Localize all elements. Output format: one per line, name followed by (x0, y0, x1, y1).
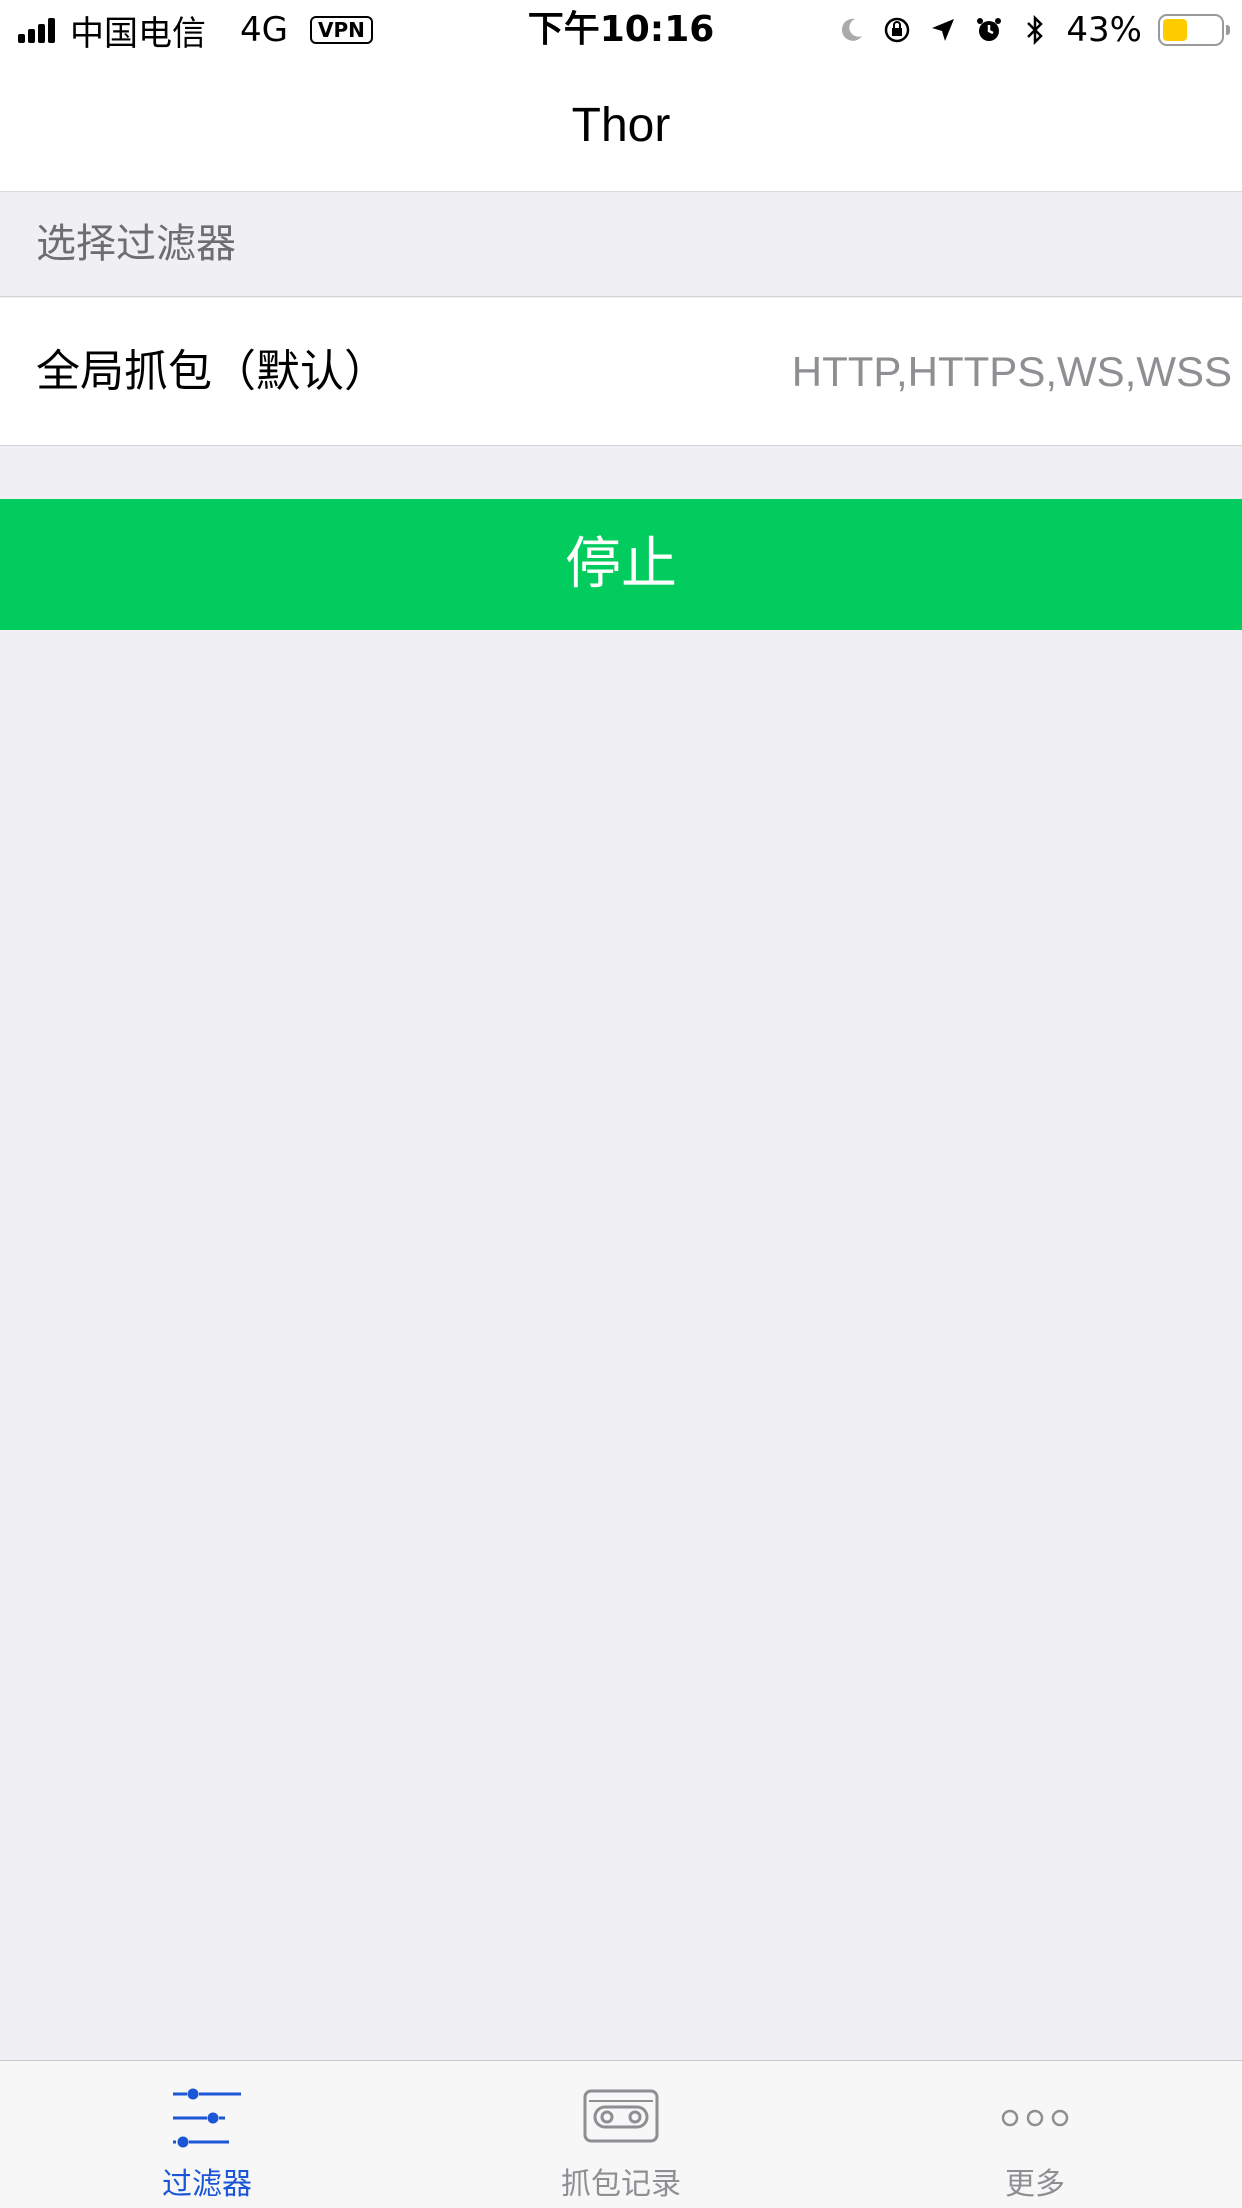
location-icon (928, 15, 958, 45)
battery-level (1163, 19, 1188, 41)
tab-capture-history-label: 抓包记录 (561, 2167, 681, 2202)
tab-more[interactable]: 更多 (828, 2061, 1242, 2208)
section-header: 选择过滤器 (0, 192, 1242, 297)
filter-label: 全局抓包（默认） (36, 346, 388, 397)
filter-row-global[interactable]: 全局抓包（默认） HTTP,HTTPS,WS,WSS (0, 298, 1242, 446)
filter-protocols: HTTP,HTTPS,WS,WSS (791, 348, 1232, 395)
alarm-icon (974, 15, 1004, 45)
sliders-icon (173, 2088, 241, 2148)
tab-more-label: 更多 (1005, 2167, 1065, 2202)
tab-capture-history[interactable]: 抓包记录 (414, 2061, 828, 2208)
section-header-label: 选择过滤器 (36, 221, 236, 267)
battery-icon (1158, 14, 1230, 46)
stop-button[interactable]: 停止 (0, 499, 1242, 630)
more-dots-icon (1001, 2109, 1069, 2127)
tab-bar: 过滤器 抓包记录 更多 (0, 2060, 1242, 2208)
tab-filters-label: 过滤器 (162, 2167, 252, 2202)
cassette-icon (583, 2089, 659, 2143)
status-right: 43% (836, 0, 1230, 60)
battery-percent: 43% (1066, 10, 1142, 50)
status-bar: 中国电信 4G VPN 下午10:16 43% (0, 0, 1242, 60)
tab-filters[interactable]: 过滤器 (0, 2061, 414, 2208)
moon-icon (836, 15, 866, 45)
page-title: Thor (571, 99, 671, 152)
navigation-bar: Thor (0, 60, 1242, 192)
bluetooth-icon (1020, 15, 1050, 45)
rotation-lock-icon (882, 15, 912, 45)
